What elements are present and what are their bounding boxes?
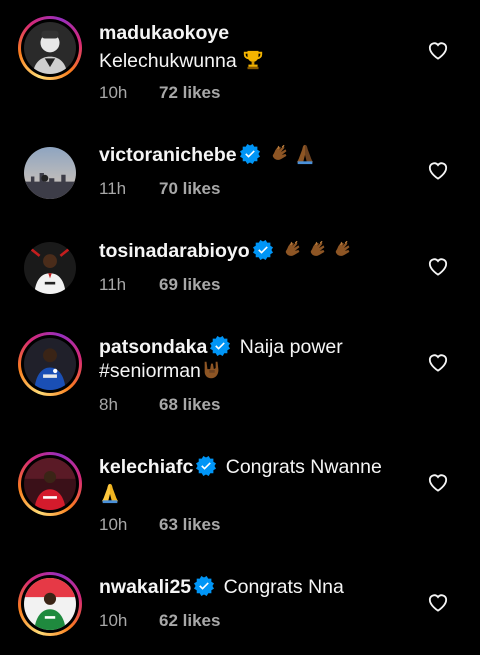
clapping-hands-icon (332, 239, 354, 261)
player-white-kit-avatar (24, 242, 76, 294)
verified-badge-icon (196, 456, 216, 476)
username[interactable]: victoranichebe (99, 144, 237, 166)
comment-text: Kelechukwunna (99, 50, 237, 72)
folded-hands-icon (294, 143, 316, 165)
like-heart-icon[interactable] (427, 256, 449, 276)
clapping-hands-icon (282, 239, 304, 261)
story-ring[interactable] (18, 16, 82, 80)
likes-count[interactable]: 62 likes (159, 611, 220, 630)
avatar[interactable] (18, 141, 82, 205)
verified-badge-icon (253, 240, 273, 260)
player-green-kit-avatar (24, 578, 76, 630)
city-skyline-avatar (24, 147, 76, 199)
comment-text: Congrats Nna (223, 576, 344, 598)
comment-time: 8h (99, 395, 118, 414)
likes-count[interactable]: 70 likes (159, 179, 220, 198)
clapping-hands-icon (307, 239, 329, 261)
like-heart-icon[interactable] (427, 40, 449, 60)
username[interactable]: madukaokoye (99, 22, 229, 44)
likes-count[interactable]: 72 likes (159, 83, 220, 102)
avatar[interactable] (18, 236, 82, 300)
comment-time: 11h (99, 275, 127, 294)
username[interactable]: tosinadarabioyo (99, 240, 250, 262)
like-heart-icon[interactable] (427, 472, 449, 492)
player-blue-kit-avatar (24, 338, 76, 390)
trophy-icon (242, 49, 264, 71)
verified-badge-icon (194, 576, 214, 596)
story-ring[interactable] (18, 452, 82, 516)
like-heart-icon[interactable] (427, 352, 449, 372)
username[interactable]: kelechiafc (99, 456, 193, 478)
verified-badge-icon (210, 336, 230, 356)
hashtag-link[interactable]: #seniorman (99, 360, 201, 382)
likes-count[interactable]: 63 likes (159, 515, 220, 534)
like-heart-icon[interactable] (427, 592, 449, 612)
verified-badge-icon (240, 144, 260, 164)
comment-time: 10h (99, 83, 128, 102)
folded-hands-icon (99, 482, 121, 504)
likes-count[interactable]: 69 likes (159, 275, 220, 294)
clapping-hands-icon (269, 143, 291, 165)
username[interactable]: nwakali25 (99, 576, 191, 598)
player-red-kit-avatar (24, 458, 76, 510)
comment-text: Congrats Nwanne (225, 456, 382, 478)
username[interactable]: patsondaka (99, 336, 207, 358)
story-ring[interactable] (18, 332, 82, 396)
like-heart-icon[interactable] (427, 160, 449, 180)
comment-time: 11h (99, 179, 127, 198)
comment-time: 10h (99, 515, 128, 534)
comment-time: 10h (99, 611, 128, 630)
story-ring[interactable] (18, 572, 82, 636)
man-portrait-avatar (24, 22, 76, 74)
sign-of-horns-icon (201, 359, 223, 381)
comment-text: Naija power (239, 336, 343, 358)
likes-count[interactable]: 68 likes (159, 395, 220, 414)
